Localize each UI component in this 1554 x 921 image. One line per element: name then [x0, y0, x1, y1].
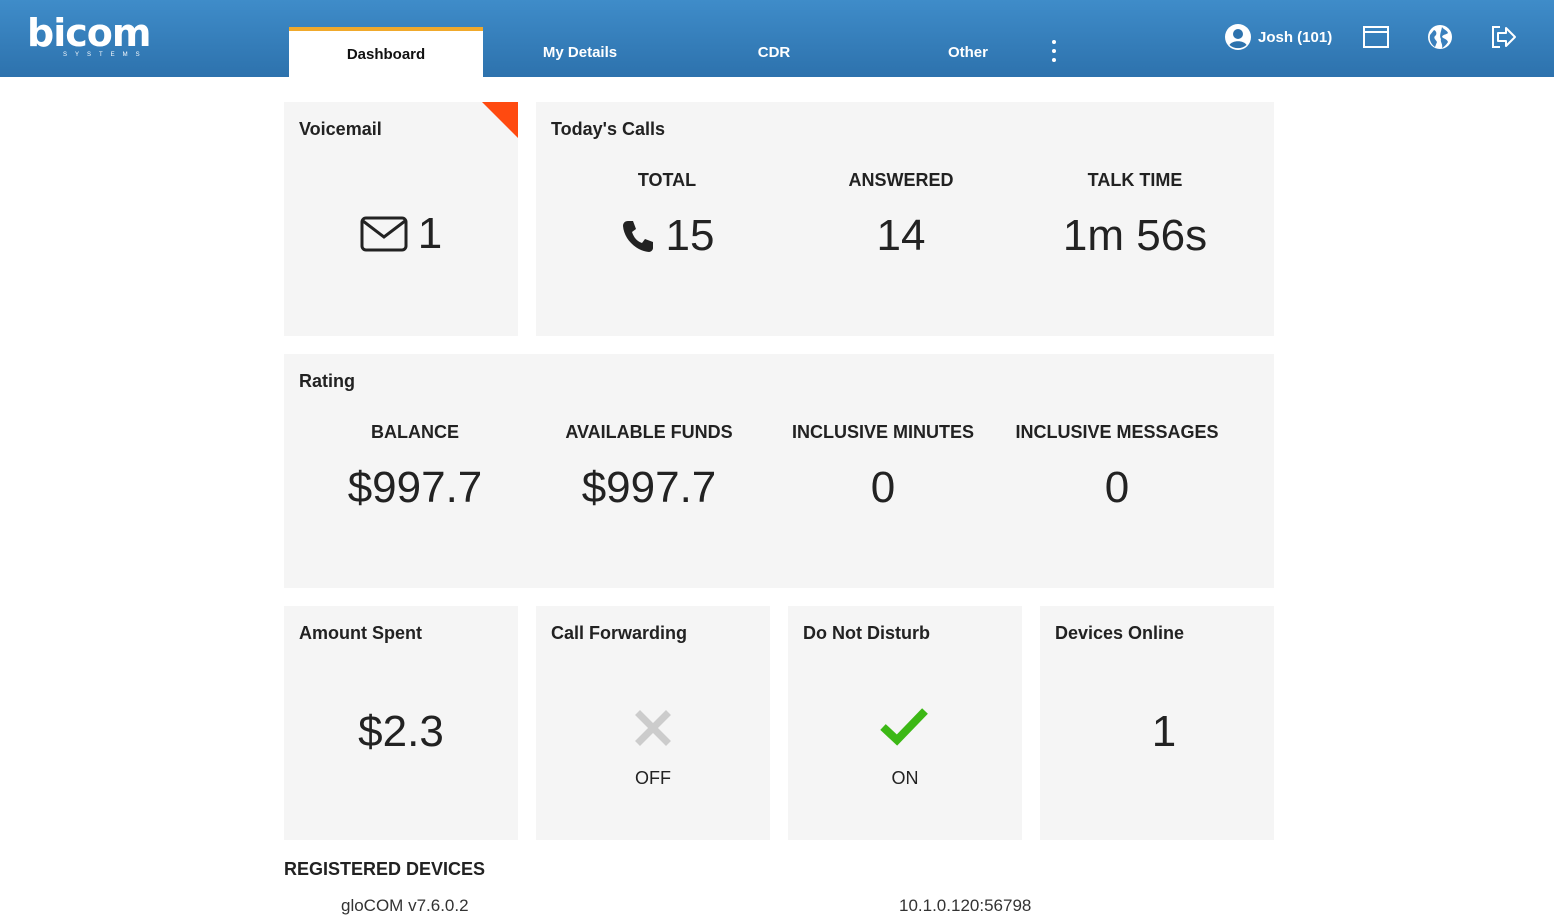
voicemail-stat: 1	[284, 210, 518, 258]
do-not-disturb-card[interactable]: Do Not Disturb ON	[788, 606, 1022, 840]
x-icon	[635, 710, 671, 746]
amount-spent-card: Amount Spent $2.3	[284, 606, 518, 840]
tab-dashboard[interactable]: Dashboard	[289, 27, 483, 77]
globe-icon[interactable]	[1425, 22, 1455, 52]
call-forwarding-card[interactable]: Call Forwarding OFF	[536, 606, 770, 840]
call-forwarding-title: Call Forwarding	[551, 623, 688, 643]
devices-online-title: Devices Online	[1055, 623, 1185, 643]
todays-calls-title: Today's Calls	[551, 119, 665, 139]
total-label: TOTAL	[637, 170, 697, 190]
talk-time-label: TALK TIME	[1087, 170, 1183, 190]
tab-my-details[interactable]: My Details	[483, 27, 677, 77]
registered-devices-title: REGISTERED DEVICES	[284, 859, 486, 879]
inclusive-messages-label: INCLUSIVE MESSAGES	[1015, 422, 1219, 442]
inclusive-minutes-label: INCLUSIVE MINUTES	[791, 422, 974, 442]
answered-label: ANSWERED	[848, 170, 954, 190]
talk-time-value: 1m 56s	[1062, 211, 1208, 260]
devices-online-card: Devices Online 1	[1040, 606, 1274, 840]
balance-value: $997.7	[347, 463, 483, 512]
user-label: Josh (101)	[1258, 28, 1333, 46]
voicemail-count: 1	[417, 209, 443, 258]
user-avatar-icon	[1225, 24, 1251, 50]
logo-text: bicom	[27, 11, 151, 55]
devices-online-value: 1	[1151, 707, 1177, 756]
device-name: gloCOM v7.6.0.2	[341, 896, 469, 915]
check-icon	[880, 708, 928, 746]
tab-cdr[interactable]: CDR	[677, 27, 871, 77]
total-value: 15	[665, 211, 715, 260]
voicemail-title: Voicemail	[299, 119, 382, 139]
tab-other[interactable]: Other	[871, 27, 1065, 77]
available-funds-label: AVAILABLE FUNDS	[565, 422, 733, 442]
available-funds-value: $997.7	[581, 463, 717, 512]
do-not-disturb-title: Do Not Disturb	[803, 623, 930, 643]
phone-icon	[622, 221, 653, 252]
user-menu[interactable]: Josh (101)	[1224, 22, 1332, 52]
call-forwarding-status: OFF	[635, 768, 671, 788]
todays-calls-card: Today's Calls TOTAL 15 ANSWERED 14 TALK …	[536, 102, 1274, 336]
balance-label: BALANCE	[371, 422, 459, 442]
rating-title: Rating	[299, 371, 355, 391]
logout-icon[interactable]	[1488, 22, 1518, 52]
logo-subtext: SYSTEMS	[63, 52, 148, 58]
more-vertical-icon[interactable]	[1047, 40, 1061, 62]
voicemail-card[interactable]: Voicemail 1	[284, 102, 518, 336]
amount-spent-title: Amount Spent	[299, 623, 422, 643]
window-icon[interactable]	[1361, 22, 1391, 52]
envelope-icon	[360, 216, 408, 252]
do-not-disturb-status: ON	[891, 768, 919, 788]
rating-card: Rating BALANCE $997.7 AVAILABLE FUNDS $9…	[284, 354, 1274, 588]
amount-spent-value: $2.3	[358, 707, 444, 756]
device-address: 10.1.0.120:56798	[899, 896, 1032, 915]
total-stat: 15	[550, 212, 784, 260]
inclusive-messages-value: 0	[1104, 463, 1130, 512]
answered-value: 14	[876, 211, 926, 260]
bicom-logo[interactable]: bicom SYSTEMS	[27, 14, 151, 60]
top-header: bicom SYSTEMS Dashboard My Details CDR O…	[0, 0, 1554, 77]
voicemail-corner-indicator	[482, 102, 518, 138]
inclusive-minutes-value: 0	[870, 463, 896, 512]
main-tabs: Dashboard My Details CDR Other	[289, 27, 1065, 77]
